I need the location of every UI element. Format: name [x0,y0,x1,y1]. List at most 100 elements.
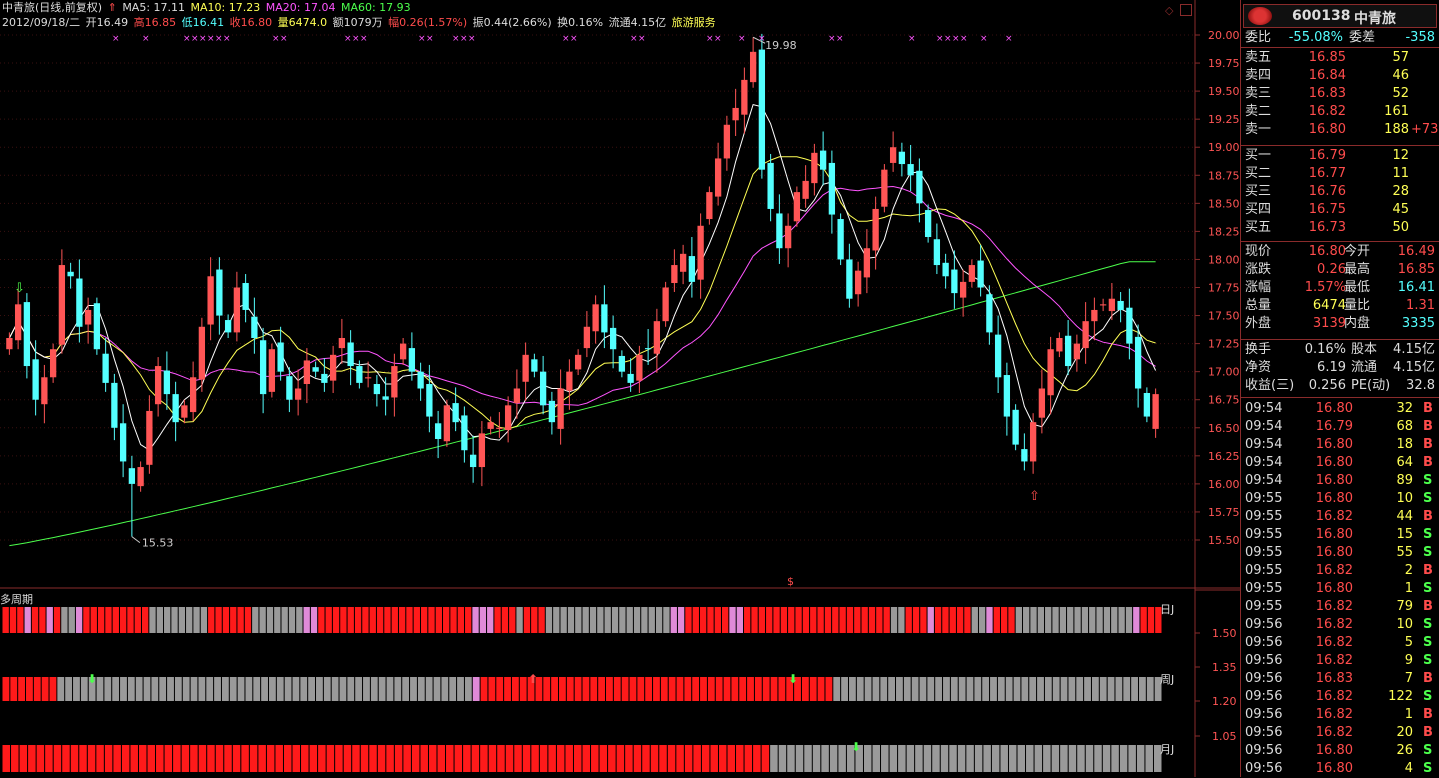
month-strip-block [684,745,693,772]
day-strip-block [1023,607,1030,633]
candle-body [391,366,398,398]
ask-label: 卖四 [1245,68,1272,83]
day-strip-block [2,607,9,633]
window-restore-icon[interactable] [1180,4,1192,16]
candle-body [277,342,284,372]
bid-row: 买五 16.73 50 [1241,219,1439,237]
day-strip-block [259,607,266,633]
tick-time: 09:54 [1245,473,1283,488]
day-strip-block [1045,607,1052,633]
tick-row: 09:56 16.80 26 S [1245,742,1439,760]
week-strip-block [221,677,229,701]
tick-direction: B [1423,401,1433,416]
stock-code-box[interactable]: 600138 中青旅 [1243,4,1437,28]
industry-label: 旅游服务 [671,16,716,29]
candle-body [854,270,862,295]
price-tick-label: 18.50 [1208,197,1240,210]
kline-chart-area[interactable]: 20.00 19.75 19.50 19.25 19.00 18.75 18.50 18.25… [0,0,1240,777]
week-strip-block [488,677,496,701]
month-strip-block [164,745,173,772]
tick-volume: 2 [1404,563,1413,578]
stat-label-2: 内盘 [1344,316,1371,331]
tick-price: 16.80 [1315,545,1353,560]
indicator-tick-label: 1.50 [1212,627,1237,640]
day-strip-block [443,607,450,633]
month-strip-block [283,745,292,772]
week-strip-block [1068,677,1076,701]
month-strip-block [1026,745,1034,772]
tick-time: 09:55 [1245,491,1283,506]
week-strip-block [1037,677,1044,701]
month-strip-block [539,745,548,772]
kline-chart-svg[interactable]: 20.00 19.75 19.50 19.25 19.00 18.75 18.50 18.25… [0,0,1240,777]
week-strip-block [370,677,378,701]
signal-x-marker: × [142,34,150,44]
week-strip-block [206,677,214,701]
month-strip-block [983,745,991,772]
candle-body [321,373,328,383]
signal-x-marker: × [191,34,199,44]
bid-label: 买五 [1245,220,1272,235]
candle-body [426,384,433,417]
week-strip-block [449,677,457,701]
window-diamond-icon[interactable]: ◇ [1165,4,1173,17]
candle-body [1108,298,1116,312]
day-strip-block [810,607,817,633]
week-strip-block [629,677,637,701]
month-strip-block [19,745,28,772]
month-strip-block [377,745,386,772]
candle-body [636,354,643,381]
day-strip-block [1000,607,1008,633]
candle-body [889,147,897,163]
ask-label: 卖五 [1245,50,1272,65]
day-strip-block [758,607,766,633]
day-strip-block [986,607,993,633]
week-strip-block [2,677,10,701]
candle-body [784,225,792,249]
day-strip-block [729,607,736,633]
ma60-label: MA60: 17.93 [340,1,411,14]
candle-body [1152,394,1159,429]
tick-volume: 55 [1396,545,1413,560]
month-strip-block [360,745,369,772]
day-strip-block [597,607,604,633]
fund-label: 净资 [1245,360,1272,375]
day-strip-block [68,607,75,633]
week-strip-block [1146,677,1154,701]
ask-price: 16.83 [1308,86,1346,101]
ask-label: 卖二 [1245,104,1272,119]
bid-volume: 12 [1392,148,1409,163]
day-strip-block [494,607,501,633]
ma20-label: MA20: 17.04 [265,1,336,14]
candle-body [67,271,74,277]
day-strip-block [523,607,531,633]
week-strip-block [480,677,488,701]
signal-x-marker: × [738,34,746,44]
month-strip-block [1102,745,1111,772]
tick-price: 16.80 [1315,455,1353,470]
tick-time: 09:55 [1245,509,1283,524]
month-strip-block [966,745,974,772]
month-strip-block [207,745,215,772]
fund-value: 0.16% [1304,342,1346,357]
week-strip-block [159,677,167,701]
candle-body [802,180,809,199]
day-strip-block [854,607,861,633]
week-strip-block [1107,677,1115,701]
day-strip-block [993,607,1000,633]
week-strip-block [214,677,221,701]
weibi-label: 委比 [1245,30,1272,45]
week-strip-block [198,677,206,701]
week-strip-block [558,677,566,701]
stock-name: 中青旅 [1354,11,1396,27]
day-strip-block [942,607,949,633]
month-strip-block [1136,745,1145,772]
week-strip-block [637,677,645,701]
signal-x-marker: × [960,34,968,44]
candle-body [548,400,556,423]
day-strip-block [413,607,420,633]
tick-direction: S [1423,635,1433,650]
week-strip-block [1131,677,1138,701]
day-strip-block [1089,607,1096,633]
price-tick-label: 19.00 [1208,141,1240,154]
